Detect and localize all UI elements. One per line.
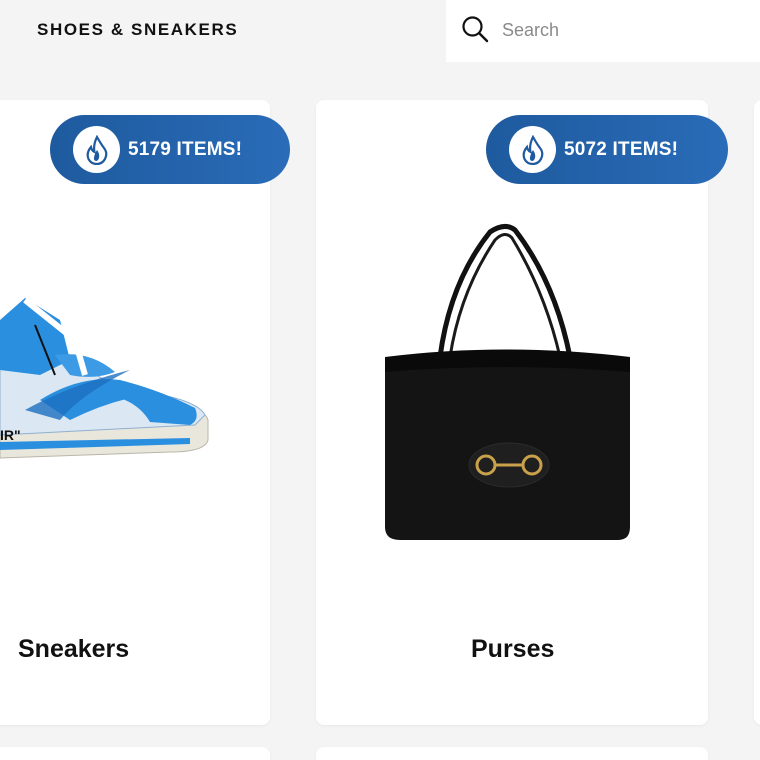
sneaker-image: IR" (0, 297, 209, 459)
search-icon[interactable] (460, 14, 490, 44)
items-count: 5072 ITEMS! (564, 138, 679, 160)
purse-image (385, 224, 630, 540)
items-count-badge: 5072 ITEMS! (486, 115, 728, 184)
category-card-partial[interactable] (0, 747, 270, 760)
flame-icon (73, 126, 120, 173)
search-input[interactable] (502, 16, 742, 44)
top-bar: SHOES & SNEAKERS (0, 0, 760, 62)
category-title-sneakers[interactable]: Sneakers (18, 635, 129, 664)
items-count-badge: 5179 ITEMS! (50, 115, 290, 184)
flame-icon (509, 126, 556, 173)
category-card-partial[interactable] (754, 100, 760, 725)
page-title: SHOES & SNEAKERS (37, 20, 239, 39)
items-count: 5179 ITEMS! (128, 138, 243, 160)
category-card-partial[interactable] (316, 747, 708, 760)
category-title-purses[interactable]: Purses (471, 635, 554, 664)
svg-text:IR": IR" (0, 427, 21, 443)
